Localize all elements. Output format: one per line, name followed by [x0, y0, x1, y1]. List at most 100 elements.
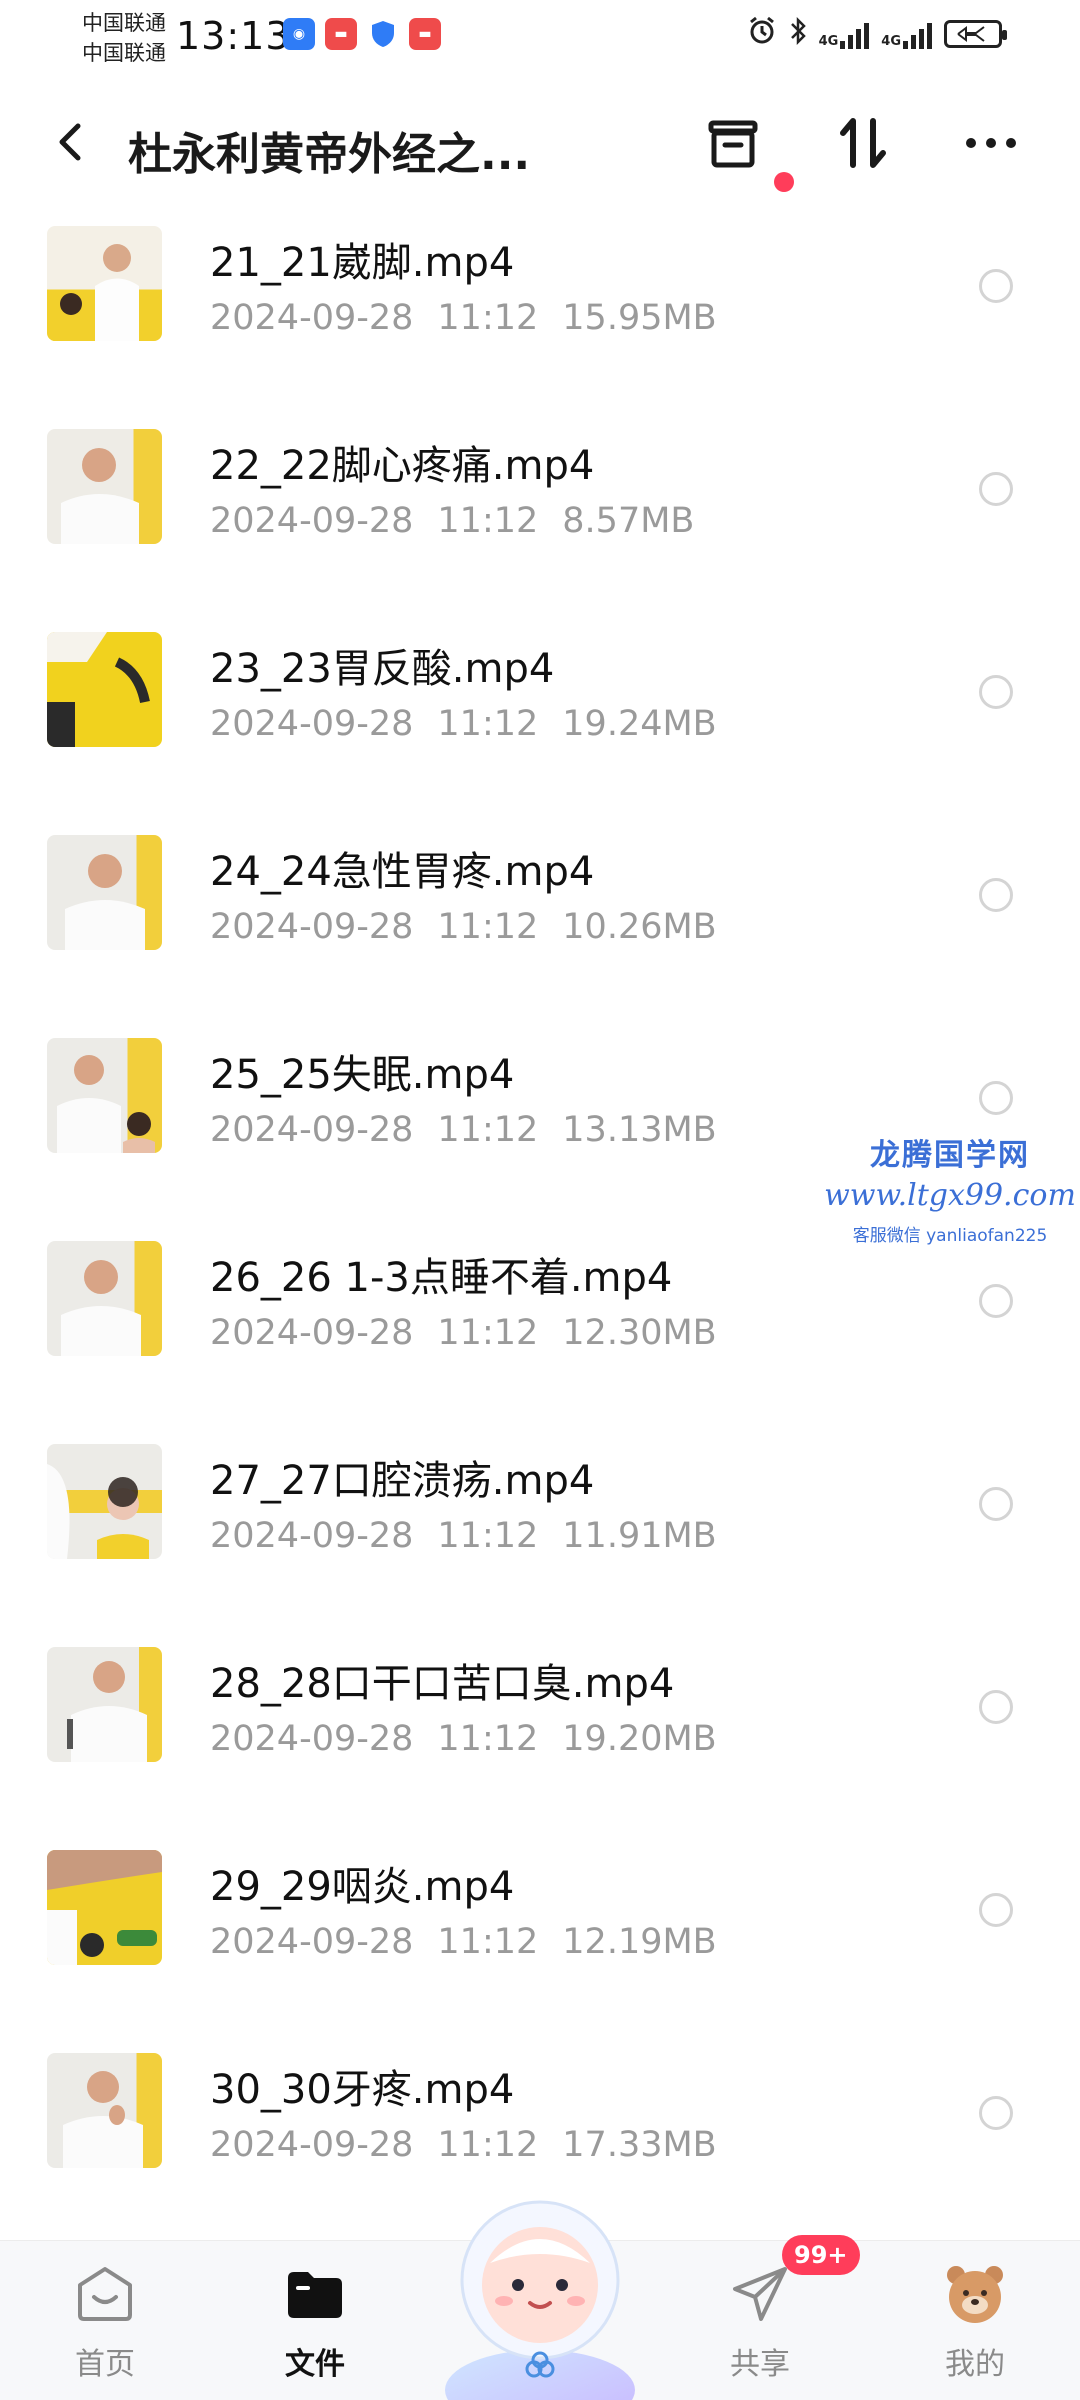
select-radio[interactable]	[979, 675, 1013, 709]
file-time: 11:12	[437, 2125, 539, 2165]
screen: 中国联通 中国联通 13:13 ◉ ▬ ▬ 4G 4G 杜永利黄帝外经之... …	[0, 0, 1080, 2400]
notification-app-icon: ▬	[409, 18, 441, 50]
file-date: 2024-09-28	[210, 1922, 414, 1962]
charging-battery-icon	[944, 20, 1007, 48]
file-name: 27_27口腔溃疡.mp4	[210, 1458, 595, 1504]
file-name: 24_24急性胃疼.mp4	[210, 849, 595, 895]
file-size: 11.91MB	[562, 1516, 717, 1556]
file-date: 2024-09-28	[210, 1313, 414, 1353]
tab-label: 我的	[945, 2347, 1005, 2382]
file-date: 2024-09-28	[210, 1516, 414, 1556]
watermark: 龙腾国学网 www.ltgx99.com 客服微信 yanliaofan225	[820, 1130, 1080, 1246]
video-thumbnail	[47, 1850, 162, 1965]
status-app-icons: ◉ ▬ ▬	[283, 18, 441, 50]
list-item[interactable]: 29_29咽炎.mp4 2024-09-28 11:12 12.19MB	[0, 1824, 1080, 2027]
select-radio[interactable]	[979, 1487, 1013, 1521]
video-thumbnail	[47, 835, 162, 950]
file-size: 8.57MB	[562, 501, 695, 541]
notification-app-icon: ◉	[283, 18, 315, 50]
file-meta: 2024-09-28 11:12 19.20MB	[210, 1719, 741, 1759]
file-time: 11:12	[437, 501, 539, 541]
back-icon[interactable]	[44, 114, 100, 170]
tab-files[interactable]: 文件	[245, 2241, 385, 2400]
tab-home[interactable]: 首页	[35, 2241, 175, 2400]
select-radio[interactable]	[979, 1690, 1013, 1724]
notification-app-icon: ▬	[325, 18, 357, 50]
file-size: 12.19MB	[562, 1922, 717, 1962]
file-name: 26_26 1-3点睡不着.mp4	[210, 1255, 673, 1301]
signal-icon: 4G	[819, 19, 870, 49]
file-time: 11:12	[437, 1719, 539, 1759]
top-bar: 杜永利黄帝外经之...	[0, 88, 1080, 198]
more-icon[interactable]	[958, 110, 1024, 176]
file-date: 2024-09-28	[210, 298, 414, 338]
status-bar: 中国联通 中国联通 13:13 ◉ ▬ ▬ 4G 4G	[0, 0, 1080, 80]
file-name: 22_22脚心疼痛.mp4	[210, 443, 595, 489]
video-thumbnail	[47, 226, 162, 341]
list-item[interactable]: 21_21崴脚.mp4 2024-09-28 11:12 15.95MB	[0, 200, 1080, 403]
select-radio[interactable]	[979, 269, 1013, 303]
file-meta: 2024-09-28 11:12 12.19MB	[210, 1922, 741, 1962]
file-time: 11:12	[437, 704, 539, 744]
select-radio[interactable]	[979, 1893, 1013, 1927]
sort-icon[interactable]	[830, 110, 896, 176]
file-meta: 2024-09-28 11:12 13.13MB	[210, 1110, 741, 1150]
file-meta: 2024-09-28 11:12 11.91MB	[210, 1516, 741, 1556]
file-name: 30_30牙疼.mp4	[210, 2067, 515, 2113]
file-date: 2024-09-28	[210, 1110, 414, 1150]
file-size: 12.30MB	[562, 1313, 717, 1353]
list-item[interactable]: 24_24急性胃疼.mp4 2024-09-28 11:12 10.26MB	[0, 809, 1080, 1012]
list-item[interactable]: 28_28口干口苦口臭.mp4 2024-09-28 11:12 19.20MB	[0, 1621, 1080, 1824]
file-meta: 2024-09-28 11:12 8.57MB	[210, 501, 718, 541]
archive-icon[interactable]	[700, 110, 766, 176]
video-thumbnail	[47, 2053, 162, 2168]
tab-label: 文件	[285, 2347, 345, 2382]
file-meta: 2024-09-28 11:12 15.95MB	[210, 298, 741, 338]
file-date: 2024-09-28	[210, 2125, 414, 2165]
select-radio[interactable]	[979, 1284, 1013, 1318]
carrier-2: 中国联通	[82, 41, 166, 65]
video-thumbnail	[47, 632, 162, 747]
video-thumbnail	[47, 1241, 162, 1356]
select-radio[interactable]	[979, 878, 1013, 912]
list-item[interactable]: 27_27口腔溃疡.mp4 2024-09-28 11:12 11.91MB	[0, 1418, 1080, 1621]
file-meta: 2024-09-28 11:12 10.26MB	[210, 907, 741, 947]
file-size: 17.33MB	[562, 2125, 717, 2165]
select-radio[interactable]	[979, 1081, 1013, 1115]
file-time: 11:12	[437, 1922, 539, 1962]
list-item[interactable]: 23_23胃反酸.mp4 2024-09-28 11:12 19.24MB	[0, 606, 1080, 809]
carrier-1: 中国联通	[82, 11, 166, 35]
file-meta: 2024-09-28 11:12 19.24MB	[210, 704, 741, 744]
watermark-url: www.ltgx99.com	[824, 1178, 1076, 1213]
file-name: 25_25失眠.mp4	[210, 1052, 515, 1098]
file-name: 29_29咽炎.mp4	[210, 1864, 515, 1910]
file-date: 2024-09-28	[210, 501, 414, 541]
select-radio[interactable]	[979, 472, 1013, 506]
list-item[interactable]: 22_22脚心疼痛.mp4 2024-09-28 11:12 8.57MB	[0, 403, 1080, 606]
file-meta: 2024-09-28 11:12 12.30MB	[210, 1313, 741, 1353]
share-plane-icon	[725, 2259, 795, 2329]
video-thumbnail	[47, 1647, 162, 1762]
bear-avatar-icon	[940, 2259, 1010, 2329]
status-time: 13:13	[176, 14, 291, 58]
home-icon	[70, 2259, 140, 2329]
file-size: 15.95MB	[562, 298, 717, 338]
select-radio[interactable]	[979, 2096, 1013, 2130]
file-date: 2024-09-28	[210, 704, 414, 744]
file-time: 11:12	[437, 298, 539, 338]
file-size: 13.13MB	[562, 1110, 717, 1150]
tab-profile[interactable]: 我的	[905, 2241, 1045, 2400]
video-thumbnail	[47, 429, 162, 544]
status-indicators: 4G 4G	[747, 16, 1007, 52]
file-time: 11:12	[437, 1110, 539, 1150]
carrier-labels: 中国联通 中国联通	[82, 8, 166, 68]
page-title: 杜永利黄帝外经之...	[128, 129, 531, 180]
video-thumbnail	[47, 1444, 162, 1559]
watermark-contact: 客服微信 yanliaofan225	[852, 1226, 1048, 1246]
file-size: 10.26MB	[562, 907, 717, 947]
file-time: 11:12	[437, 1516, 539, 1556]
mascot-icon[interactable]	[430, 2185, 650, 2400]
alarm-icon	[747, 16, 777, 52]
file-size: 19.24MB	[562, 704, 717, 744]
file-name: 23_23胃反酸.mp4	[210, 646, 555, 692]
